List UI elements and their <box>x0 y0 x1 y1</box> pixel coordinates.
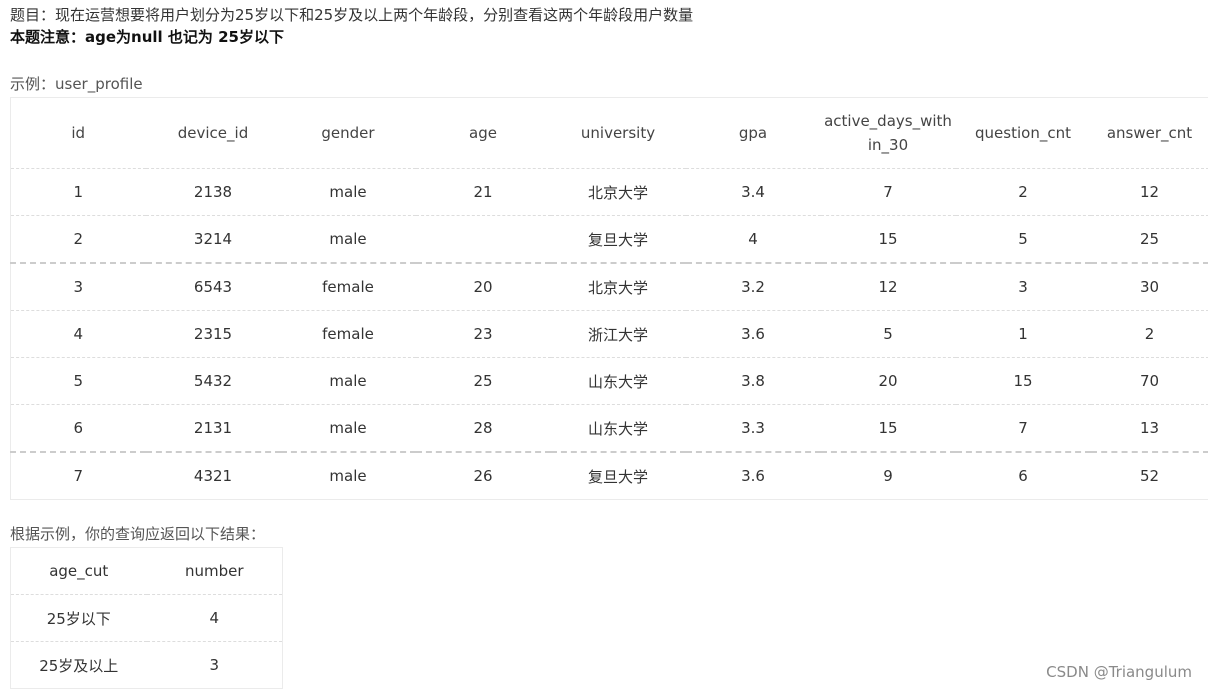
result-table: age_cut number 25岁以下 4 25岁及以上 3 <box>10 547 283 689</box>
table-cell: 3 <box>146 641 283 689</box>
table-cell: 3 <box>955 263 1091 311</box>
column-header-question-cnt: question_cnt <box>955 97 1091 169</box>
table-cell: 3.6 <box>685 452 821 500</box>
table-row: 6 2131 male 28 山东大学 3.3 15 7 13 <box>10 404 1208 453</box>
column-header-number: number <box>146 547 283 595</box>
table-cell: 2 <box>1090 310 1208 358</box>
table-cell: 2 <box>10 215 146 264</box>
table-cell: 15 <box>820 215 956 264</box>
table-cell: 北京大学 <box>550 168 686 216</box>
table-cell: 7 <box>955 404 1091 453</box>
table-cell: 5 <box>820 310 956 358</box>
table-cell: 复旦大学 <box>550 215 686 264</box>
table-cell: 7 <box>10 452 146 500</box>
table-cell: 5432 <box>145 357 281 405</box>
table-row: 25岁及以上 3 <box>10 641 283 689</box>
table-cell: 6 <box>955 452 1091 500</box>
table-cell: 25岁以下 <box>10 594 147 642</box>
table-cell: 3 <box>10 263 146 311</box>
table-cell <box>415 215 551 264</box>
table-cell: 21 <box>415 168 551 216</box>
table-cell: 7 <box>820 168 956 216</box>
table-cell: 复旦大学 <box>550 452 686 500</box>
table-cell: 15 <box>820 404 956 453</box>
table-cell: female <box>280 263 416 311</box>
column-header-answer-cnt: answer_cnt <box>1090 97 1208 169</box>
table-cell: 30 <box>1090 263 1208 311</box>
table-header-row: age_cut number <box>10 547 283 595</box>
table-row: 5 5432 male 25 山东大学 3.8 20 15 70 <box>10 357 1208 405</box>
table-cell: 28 <box>415 404 551 453</box>
column-header-gender: gender <box>280 97 416 169</box>
column-header-id: id <box>10 97 146 169</box>
table-cell: 5 <box>10 357 146 405</box>
table-cell: 5 <box>955 215 1091 264</box>
table-cell: 26 <box>415 452 551 500</box>
example-label: 示例：user_profile <box>10 75 143 93</box>
table-row: 4 2315 female 23 浙江大学 3.6 5 1 2 <box>10 310 1208 358</box>
table-cell: female <box>280 310 416 358</box>
table-cell: 25岁及以上 <box>10 641 147 689</box>
table-cell: 3.3 <box>685 404 821 453</box>
table-cell: 52 <box>1090 452 1208 500</box>
table-cell: 15 <box>955 357 1091 405</box>
column-header-device-id: device_id <box>145 97 281 169</box>
column-header-age-cut: age_cut <box>10 547 147 595</box>
table-cell: 6543 <box>145 263 281 311</box>
table-cell: male <box>280 215 416 264</box>
table-cell: 3.8 <box>685 357 821 405</box>
table-row: 2 3214 male 复旦大学 4 15 5 25 <box>10 215 1208 264</box>
table-header-row: id device_id gender age university gpa a… <box>10 97 1208 169</box>
table-cell: male <box>280 452 416 500</box>
table-cell: 1 <box>955 310 1091 358</box>
table-cell: 12 <box>1090 168 1208 216</box>
table-cell: 2131 <box>145 404 281 453</box>
column-header-active-days: active_days_within_30 <box>820 97 956 169</box>
table-cell: 4321 <box>145 452 281 500</box>
table-cell: 山东大学 <box>550 404 686 453</box>
table-cell: 4 <box>146 594 283 642</box>
table-cell: 3.4 <box>685 168 821 216</box>
table-cell: 4 <box>10 310 146 358</box>
table-cell: 1 <box>10 168 146 216</box>
table-cell: 山东大学 <box>550 357 686 405</box>
table-cell: 20 <box>415 263 551 311</box>
table-row: 25岁以下 4 <box>10 594 283 642</box>
table-row: 3 6543 female 20 北京大学 3.2 12 3 30 <box>10 263 1208 311</box>
watermark: CSDN @Triangulum <box>1046 663 1192 681</box>
table-cell: 23 <box>415 310 551 358</box>
table-cell: 6 <box>10 404 146 453</box>
table-cell: 20 <box>820 357 956 405</box>
table-cell: 25 <box>415 357 551 405</box>
column-header-gpa: gpa <box>685 97 821 169</box>
table-cell: 3.6 <box>685 310 821 358</box>
column-header-active-days-label: active_days_within_30 <box>824 112 952 154</box>
table-row: 7 4321 male 26 复旦大学 3.6 9 6 52 <box>10 452 1208 500</box>
table-cell: 70 <box>1090 357 1208 405</box>
table-cell: 25 <box>1090 215 1208 264</box>
table-cell: 3.2 <box>685 263 821 311</box>
table-cell: 13 <box>1090 404 1208 453</box>
table-row: 1 2138 male 21 北京大学 3.4 7 2 12 <box>10 168 1208 216</box>
table-cell: 浙江大学 <box>550 310 686 358</box>
question-text: 题目：现在运营想要将用户划分为25岁以下和25岁及以上两个年龄段，分别查看这两个… <box>10 6 694 24</box>
table-cell: 4 <box>685 215 821 264</box>
table-cell: 9 <box>820 452 956 500</box>
table-cell: 2315 <box>145 310 281 358</box>
table-cell: 北京大学 <box>550 263 686 311</box>
user-profile-table: id device_id gender age university gpa a… <box>10 97 1208 500</box>
column-header-age: age <box>415 97 551 169</box>
column-header-university: university <box>550 97 686 169</box>
table-cell: male <box>280 168 416 216</box>
table-cell: 2138 <box>145 168 281 216</box>
table-cell: male <box>280 404 416 453</box>
result-label: 根据示例，你的查询应返回以下结果： <box>10 525 266 543</box>
table-cell: 12 <box>820 263 956 311</box>
note-text: 本题注意：age为null 也记为 25岁以下 <box>10 28 284 46</box>
table-cell: male <box>280 357 416 405</box>
table-cell: 3214 <box>145 215 281 264</box>
table-cell: 2 <box>955 168 1091 216</box>
